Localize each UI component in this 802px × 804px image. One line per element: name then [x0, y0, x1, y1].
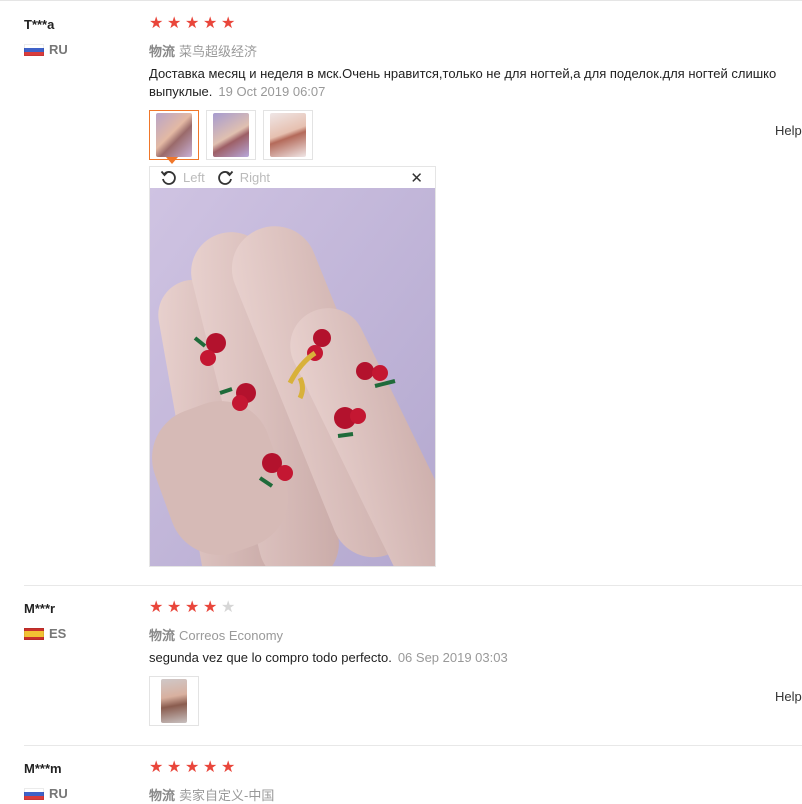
- review-date: 06 Sep 2019 03:03: [397, 650, 508, 665]
- star-filled-icon: ★: [221, 15, 236, 32]
- rotate-right-icon: [217, 170, 233, 185]
- logistics-value: Correos Economy: [179, 628, 284, 643]
- helpful-button[interactable]: Help: [775, 123, 802, 138]
- rotate-left-button[interactable]: Left: [160, 169, 205, 186]
- photo-image: [270, 113, 306, 157]
- photo-viewer: Left Right ✕: [149, 166, 436, 567]
- review-country: RU: [24, 786, 68, 801]
- star-filled-icon: ★: [185, 15, 200, 32]
- active-thumb-pointer: [166, 157, 178, 164]
- hand-photo-image: [150, 188, 435, 566]
- review-photo-thumb[interactable]: [206, 110, 256, 160]
- review-text-line: выпуклые.: [149, 84, 213, 99]
- russia-flag-icon: [24, 787, 44, 800]
- photo-image: [213, 113, 249, 157]
- star-filled-icon: ★: [167, 759, 182, 776]
- star-filled-icon: ★: [149, 599, 164, 616]
- logistics-label: 物流: [149, 44, 176, 59]
- logistics-info: 物流 菜鸟超级经济: [149, 41, 257, 60]
- rotate-left-label: Left: [183, 170, 205, 185]
- close-icon[interactable]: ✕: [410, 169, 423, 187]
- star-empty-icon: ★: [221, 599, 236, 616]
- review-photo-large: [150, 188, 435, 566]
- rating-stars: ★ ★ ★ ★ ★: [149, 760, 238, 776]
- rating-stars: ★ ★ ★ ★ ★: [149, 16, 238, 32]
- star-filled-icon: ★: [185, 759, 200, 776]
- logistics-info: 物流 Correos Economy: [149, 625, 283, 644]
- country-code: ES: [49, 626, 67, 641]
- logistics-value: 卖家自定义-中国: [179, 788, 275, 803]
- review-username: M***r: [24, 601, 56, 616]
- review-text-line: Доставка месяц и неделя в мск.Очень нрав…: [149, 66, 777, 81]
- review-photos: [149, 110, 313, 160]
- star-filled-icon: ★: [203, 15, 218, 32]
- review-country: ES: [24, 626, 66, 641]
- logistics-value: 菜鸟超级经济: [179, 44, 258, 59]
- country-code: RU: [49, 42, 68, 57]
- review-text-line: segunda vez que lo compro todo perfecto.: [149, 650, 392, 665]
- star-filled-icon: ★: [167, 15, 182, 32]
- star-filled-icon: ★: [185, 599, 200, 616]
- review-username: T***a: [24, 17, 55, 32]
- review-divider: [24, 585, 802, 586]
- star-filled-icon: ★: [149, 759, 164, 776]
- review-photo-thumb[interactable]: [149, 676, 199, 726]
- review-text: segunda vez que lo compro todo perfecto.…: [149, 649, 802, 667]
- top-divider: [0, 0, 802, 1]
- review-username: M***m: [24, 761, 62, 776]
- rotate-right-label: Right: [239, 170, 271, 185]
- photo-image: [161, 679, 187, 723]
- star-filled-icon: ★: [203, 599, 218, 616]
- russia-flag-icon: [24, 43, 44, 56]
- star-filled-icon: ★: [167, 599, 182, 616]
- rotate-left-icon: [160, 170, 176, 185]
- helpful-button[interactable]: Help: [775, 689, 802, 704]
- star-filled-icon: ★: [203, 759, 218, 776]
- logistics-label: 物流: [149, 628, 176, 643]
- review-photos: [149, 676, 199, 726]
- review-photo-thumb[interactable]: [149, 110, 199, 160]
- viewer-toolbar: Left Right ✕: [150, 167, 435, 188]
- review-divider: [24, 745, 802, 746]
- review-date: 19 Oct 2019 06:07: [218, 84, 326, 99]
- review-photo-thumb[interactable]: [263, 110, 313, 160]
- logistics-info: 物流 卖家自定义-中国: [149, 785, 274, 804]
- spain-flag-icon: [24, 627, 44, 640]
- star-filled-icon: ★: [221, 759, 236, 776]
- star-filled-icon: ★: [149, 15, 164, 32]
- review-text: Доставка месяц и неделя в мск.Очень нрав…: [149, 65, 802, 101]
- photo-image: [156, 113, 192, 157]
- rating-stars: ★ ★ ★ ★ ★: [149, 600, 238, 616]
- logistics-label: 物流: [149, 788, 176, 803]
- review-country: RU: [24, 42, 68, 57]
- country-code: RU: [49, 786, 68, 801]
- rotate-right-button[interactable]: Right: [217, 169, 270, 186]
